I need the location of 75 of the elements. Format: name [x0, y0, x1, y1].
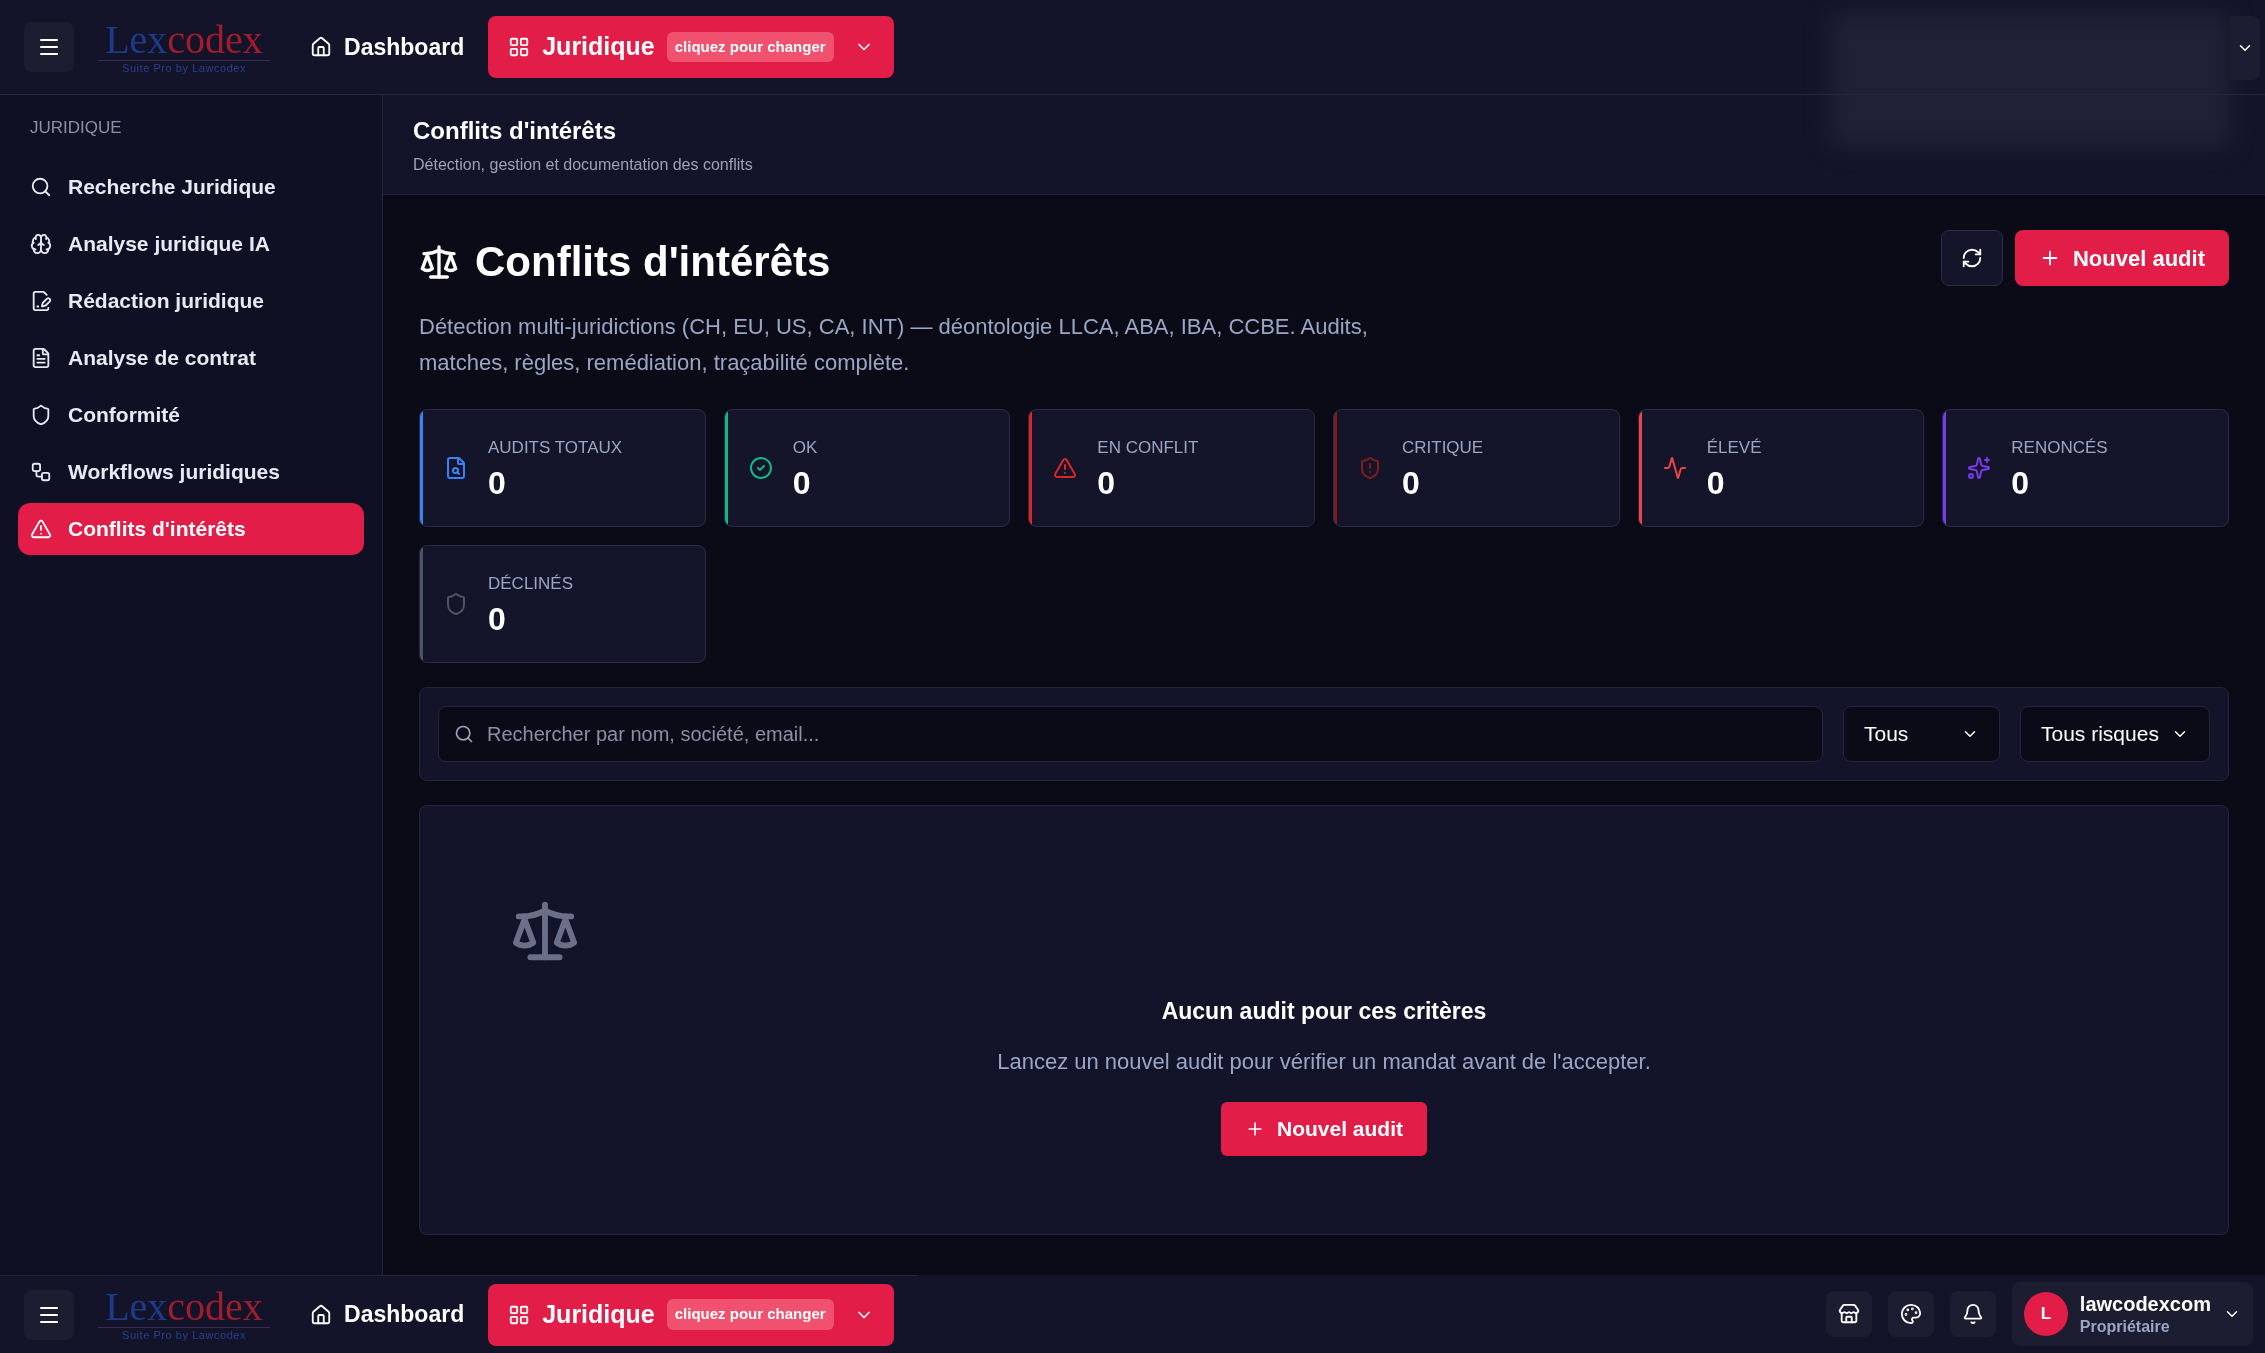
stat-value: 0	[2011, 464, 2031, 501]
theme-button[interactable]	[1887, 1291, 1934, 1337]
user-role: Propriétaire	[2079, 1316, 2170, 1337]
grid-icon	[508, 36, 531, 58]
file-pen-icon	[30, 289, 52, 312]
user-avatar: L	[2023, 1292, 2068, 1336]
stat-value: 0	[792, 464, 812, 501]
sidebar-item[interactable]: Conflits d'intérêts	[18, 502, 364, 555]
logo-tagline: Suite Pro by Lawcodex	[98, 1327, 271, 1342]
risk-select[interactable]: Tous risques	[2020, 706, 2210, 762]
logo-wordmark: Lexcodex	[105, 1287, 263, 1327]
stat-label: RENONCÉS	[2011, 437, 2108, 460]
dashboard-link[interactable]: Dashboard	[310, 29, 465, 65]
grid-icon	[508, 1303, 531, 1326]
stat-value: 0	[1097, 464, 1117, 501]
sidebar-item[interactable]: Analyse de contrat	[18, 331, 364, 384]
check-circle-icon	[748, 456, 773, 480]
sidebar-item[interactable]: Rédaction juridique	[18, 274, 364, 327]
logo-tagline: Suite Pro by Lawcodex	[98, 59, 271, 75]
search-field[interactable]: Rechercher par nom, société, email...	[438, 706, 1823, 762]
refresh-icon	[1961, 247, 1983, 269]
stat-label: AUDITS TOTAUX	[488, 437, 623, 460]
module-hint: cliquez pour changer	[666, 31, 834, 63]
file-search-icon	[444, 456, 468, 480]
header-title: Conflits d'intérêts	[413, 115, 618, 146]
sidebar-item[interactable]: Conformité	[18, 388, 364, 441]
new-audit-button[interactable]: Nouvel audit	[2015, 230, 2229, 286]
user-name: lawcodexcom	[2079, 1291, 2211, 1317]
sidebar-item[interactable]: Workflows juridiques	[18, 445, 364, 498]
shield-alert-icon	[1358, 456, 1382, 480]
bell-icon	[1961, 1303, 1984, 1325]
shield-icon	[30, 403, 52, 426]
dashboard-link[interactable]: Dashboard	[310, 1297, 465, 1332]
module-switcher[interactable]: Juridique cliquez pour changer	[488, 16, 894, 78]
stat-label: OK	[792, 437, 818, 460]
refresh-button[interactable]	[1941, 230, 2003, 286]
stat-value: 0	[1706, 464, 1726, 501]
palette-icon	[1899, 1303, 1922, 1325]
new-audit-button[interactable]: Nouvel audit	[1221, 1101, 1427, 1156]
warning-icon	[30, 517, 52, 540]
page-title: Conflits d'intérêts	[475, 237, 831, 287]
search-icon	[454, 724, 474, 744]
stat-value: 0	[1402, 464, 1421, 501]
empty-state-title: Aucun audit pour ces critères	[1161, 997, 1487, 1027]
menu-button[interactable]	[24, 1289, 74, 1340]
warning-icon	[1053, 456, 1078, 480]
store-button[interactable]	[1825, 1291, 1872, 1337]
stat-label: DÉCLINÉS	[488, 573, 574, 596]
home-icon	[310, 36, 333, 58]
brain-icon	[30, 232, 52, 255]
page-description: Détection multi-juridictions (CH, EU, US, CA, INT) — déontologie LLCA, ABA, IBA, CCBE. Audits, matches, règles, remédiation, traçabilité complète.	[419, 313, 1369, 377]
pulse-icon	[1662, 456, 1687, 480]
module-switcher[interactable]: Juridique cliquez pour changer	[488, 1283, 894, 1346]
module-hint: cliquez pour changer	[666, 1299, 834, 1330]
sidebar-section-title: JURIDIQUE	[29, 117, 123, 139]
store-icon	[1837, 1303, 1860, 1325]
stat-value: 0	[488, 464, 507, 501]
user-menu[interactable]: L lawcodexcom Propriétaire	[2011, 1282, 2253, 1346]
notifications-button[interactable]	[1949, 1291, 1996, 1337]
stat-label: CRITIQUE	[1402, 437, 1484, 460]
shield-icon	[444, 592, 468, 616]
stat-label: EN CONFLIT	[1097, 437, 1199, 460]
status-select[interactable]: Tous	[1843, 706, 2000, 762]
sparkles-icon	[1967, 456, 1992, 480]
document-icon	[30, 346, 52, 369]
home-icon	[310, 1303, 333, 1326]
header-subtitle: Détection, gestion et documentation des conflits	[413, 154, 754, 175]
search-icon	[30, 175, 52, 198]
logo-wordmark: Lexcodex	[105, 19, 263, 60]
stat-label: ÉLEVÉ	[1706, 437, 1762, 460]
menu-button[interactable]	[24, 22, 74, 72]
empty-state-text: Lancez un nouvel audit pour vérifier un mandat avant de l'accepter.	[997, 1047, 1651, 1076]
sidebar-item[interactable]: Recherche Juridique	[18, 160, 364, 213]
stat-value: 0	[488, 600, 507, 637]
sidebar-item[interactable]: Analyse juridique IA	[18, 217, 364, 270]
